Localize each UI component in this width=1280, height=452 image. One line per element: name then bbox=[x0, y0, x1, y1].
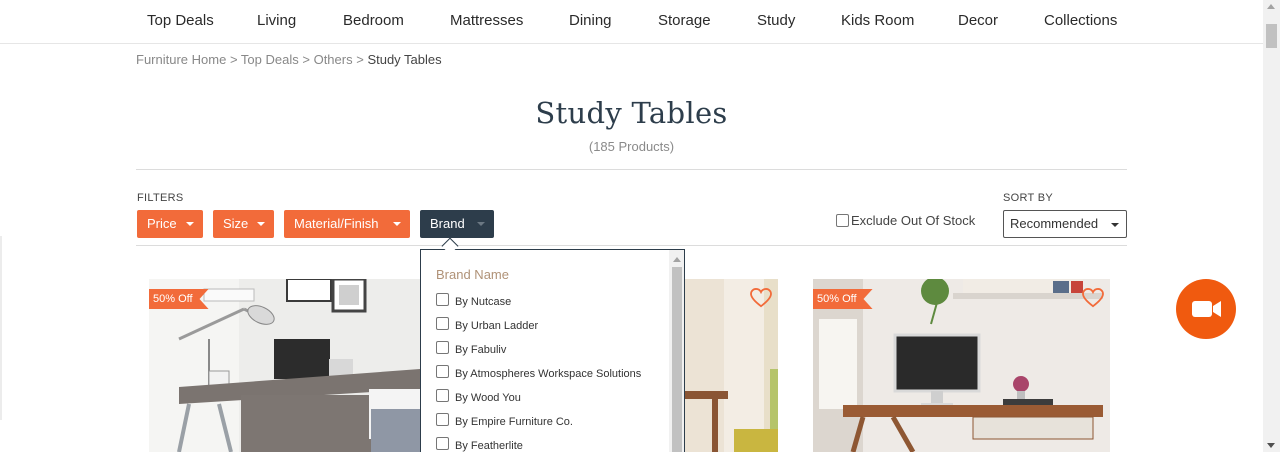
breadcrumb-current: Study Tables bbox=[367, 52, 442, 67]
breadcrumb-separator: > bbox=[229, 52, 238, 67]
wishlist-heart-icon[interactable] bbox=[750, 288, 772, 308]
brand-option-label: By Urban Ladder bbox=[455, 320, 539, 332]
breadcrumb-separator: > bbox=[356, 52, 364, 67]
page-title: Study Tables bbox=[535, 96, 728, 130]
nav-item-study[interactable]: Study bbox=[757, 12, 795, 29]
brand-option-label: By Nutcase bbox=[455, 296, 512, 308]
brand-option-label: By Fabuliv bbox=[455, 344, 507, 356]
breadcrumb-others[interactable]: Others bbox=[314, 52, 353, 67]
filter-material-button[interactable]: Material/Finish bbox=[284, 210, 410, 238]
scroll-up-arrow-icon[interactable] bbox=[1267, 4, 1275, 9]
dropdown-scrollbar[interactable] bbox=[669, 250, 684, 452]
brand-option-checkbox[interactable] bbox=[436, 293, 449, 306]
brand-option[interactable]: By Fabuliv bbox=[436, 341, 506, 356]
exclude-out-of-stock-toggle[interactable]: Exclude Out Of Stock bbox=[836, 213, 975, 228]
brand-option-label: By Wood You bbox=[455, 392, 521, 404]
brand-dropdown-title: Brand Name bbox=[436, 267, 509, 282]
brand-option[interactable]: By Nutcase bbox=[436, 293, 511, 308]
filter-brand-button[interactable]: Brand bbox=[420, 210, 494, 238]
breadcrumb-top-deals[interactable]: Top Deals bbox=[241, 52, 299, 67]
nav-item-bedroom[interactable]: Bedroom bbox=[343, 12, 404, 29]
dropdown-scrollbar-thumb[interactable] bbox=[672, 267, 682, 452]
nav-item-living[interactable]: Living bbox=[257, 12, 296, 29]
video-call-button[interactable] bbox=[1176, 279, 1236, 339]
brand-option-checkbox[interactable] bbox=[436, 437, 449, 450]
caret-down-icon bbox=[477, 222, 485, 226]
nav-item-mattresses[interactable]: Mattresses bbox=[450, 12, 523, 29]
brand-option-label: By Featherlite bbox=[455, 440, 523, 452]
brand-option[interactable]: By Empire Furniture Co. bbox=[436, 413, 573, 428]
brand-option[interactable]: By Featherlite bbox=[436, 437, 523, 452]
caret-down-icon bbox=[186, 222, 194, 226]
brand-option[interactable]: By Urban Ladder bbox=[436, 317, 538, 332]
filter-price-button[interactable]: Price bbox=[137, 210, 203, 238]
filter-price-label: Price bbox=[147, 216, 177, 231]
divider bbox=[136, 169, 1127, 170]
brand-dropdown: Brand Name By Nutcase By Urban Ladder By… bbox=[420, 249, 685, 452]
nav-item-decor[interactable]: Decor bbox=[958, 12, 998, 29]
product-card[interactable] bbox=[684, 279, 778, 452]
breadcrumb-furniture-home[interactable]: Furniture Home bbox=[136, 52, 226, 67]
scroll-up-arrow-icon[interactable] bbox=[673, 257, 681, 262]
brand-option-checkbox[interactable] bbox=[436, 389, 449, 402]
top-nav: Top Deals Living Bedroom Mattresses Dini… bbox=[0, 0, 1263, 44]
brand-option[interactable]: By Atmospheres Workspace Solutions bbox=[436, 365, 641, 380]
wishlist-heart-icon[interactable] bbox=[1082, 288, 1104, 308]
scroll-down-arrow-icon[interactable] bbox=[1267, 443, 1275, 448]
nav-item-kids-room[interactable]: Kids Room bbox=[841, 12, 914, 29]
filter-size-label: Size bbox=[223, 216, 249, 231]
breadcrumb-separator: > bbox=[302, 52, 310, 67]
brand-option-checkbox[interactable] bbox=[436, 341, 449, 354]
caret-down-icon bbox=[393, 222, 401, 226]
caret-down-icon bbox=[257, 222, 265, 226]
product-count: (185 Products) bbox=[588, 139, 675, 154]
brand-option-checkbox[interactable] bbox=[436, 413, 449, 426]
nav-item-storage[interactable]: Storage bbox=[658, 12, 711, 29]
divider bbox=[136, 245, 1127, 246]
filter-brand-label: Brand bbox=[430, 216, 465, 231]
video-camera-icon bbox=[1192, 301, 1221, 317]
brand-option-label: By Empire Furniture Co. bbox=[455, 416, 573, 428]
exclude-out-of-stock-label: Exclude Out Of Stock bbox=[851, 213, 976, 228]
sort-by-label: SORT BY bbox=[1003, 192, 1053, 204]
product-card[interactable]: 50% Off bbox=[813, 279, 1110, 452]
filters-label: FILTERS bbox=[137, 192, 184, 204]
exclude-out-of-stock-checkbox[interactable] bbox=[836, 214, 849, 227]
brand-option-checkbox[interactable] bbox=[436, 365, 449, 378]
breadcrumb: Furniture Home > Top Deals > Others > St… bbox=[136, 52, 442, 67]
sort-select[interactable]: Recommended bbox=[1003, 210, 1127, 238]
left-edge-strip bbox=[0, 236, 2, 420]
brand-option-label: By Atmospheres Workspace Solutions bbox=[455, 368, 642, 380]
brand-option[interactable]: By Wood You bbox=[436, 389, 521, 404]
scrollbar-thumb[interactable] bbox=[1266, 24, 1277, 48]
filter-size-button[interactable]: Size bbox=[213, 210, 274, 238]
page-scrollbar[interactable] bbox=[1263, 0, 1280, 452]
caret-down-icon bbox=[1111, 223, 1119, 227]
nav-item-top-deals[interactable]: Top Deals bbox=[147, 12, 214, 29]
filter-material-label: Material/Finish bbox=[294, 216, 379, 231]
nav-item-dining[interactable]: Dining bbox=[569, 12, 612, 29]
brand-option-checkbox[interactable] bbox=[436, 317, 449, 330]
sort-selected-value: Recommended bbox=[1010, 216, 1099, 231]
product-card[interactable]: 50% Off bbox=[149, 279, 420, 452]
nav-item-collections[interactable]: Collections bbox=[1044, 12, 1117, 29]
